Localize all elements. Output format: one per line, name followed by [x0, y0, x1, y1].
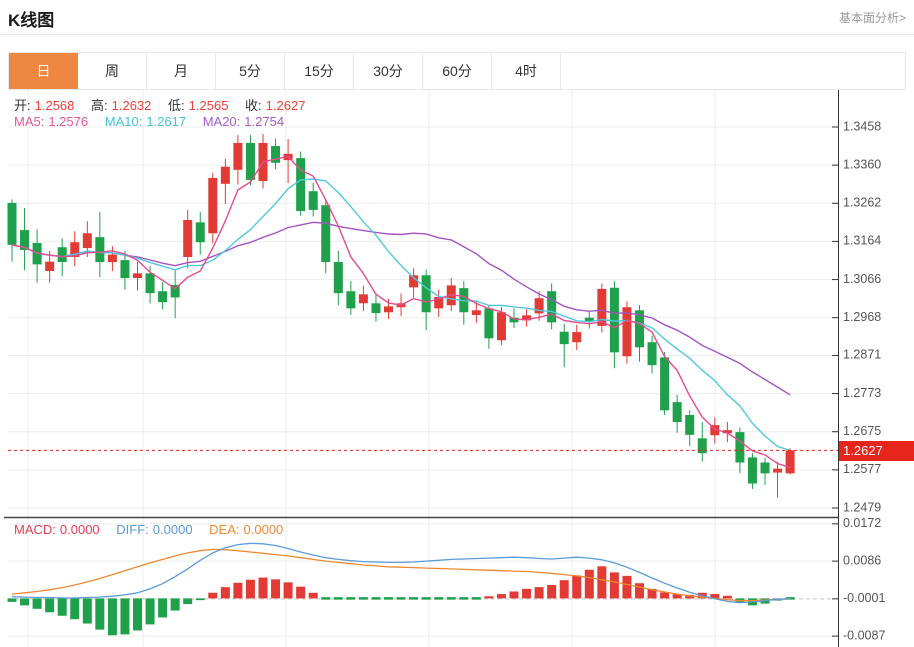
- dea-value: 0.0000: [244, 522, 284, 537]
- axis-tick-label: 1.3164: [843, 234, 881, 248]
- axis-tick-label: 0.0172: [843, 516, 881, 530]
- axes: [4, 90, 839, 647]
- tab-月[interactable]: 月: [147, 53, 216, 89]
- tab-30分[interactable]: 30分: [354, 53, 423, 89]
- macd-label: MACD:: [14, 522, 56, 537]
- open-value: 1.2568: [35, 98, 75, 113]
- axis-tick-label: -0.0001: [843, 591, 885, 605]
- diff-label: DIFF:: [116, 522, 149, 537]
- dea-line: [12, 549, 790, 600]
- kline-widget: K线图 基本面分析> 日周月5分15分30分60分4时 1.34581.3360…: [0, 0, 914, 647]
- ma-readout: MA5: 1.2576 MA10:1.2617 MA20:1.2754: [14, 114, 297, 129]
- tab-日[interactable]: 日: [9, 53, 78, 89]
- open-label: 开:: [14, 98, 31, 113]
- tab-60分[interactable]: 60分: [423, 53, 492, 89]
- macd-readout: MACD: 0.0000 DIFF: 0.0000 DEA: 0.0000: [14, 522, 296, 537]
- low-label: 低:: [168, 98, 185, 113]
- ma20-value: 1.2754: [244, 114, 284, 129]
- axis-tick-label: 1.2479: [843, 500, 881, 514]
- close-label: 收:: [245, 98, 262, 113]
- ma10-value: 1.2617: [146, 114, 186, 129]
- interval-tabs: 日周月5分15分30分60分4时: [8, 52, 906, 90]
- axis-tick-label: -0.0087: [843, 628, 885, 642]
- axis-tick-label: 1.3262: [843, 196, 881, 210]
- diff-value: 0.0000: [153, 522, 193, 537]
- tab-5分[interactable]: 5分: [216, 53, 285, 89]
- macd-value: 0.0000: [60, 522, 100, 537]
- axis-tick-label: 1.2968: [843, 310, 881, 324]
- low-value: 1.2565: [189, 98, 229, 113]
- axis-tick-label: 1.3458: [843, 119, 881, 133]
- axis-tick-label: 1.3066: [843, 272, 881, 286]
- ma5-label: MA5:: [14, 114, 44, 129]
- candlestick-series: [8, 134, 795, 497]
- axis-tick-label: 1.2773: [843, 386, 881, 400]
- axis-tick-label: 0.0086: [843, 553, 881, 567]
- axis-tick-label: 1.2675: [843, 424, 881, 438]
- ohlc-readout: 开: 1.2568 高: 1.2632 低: 1.2565 收: 1.2627: [14, 95, 318, 114]
- ma10-label: MA10:: [105, 114, 143, 129]
- high-value: 1.2632: [112, 98, 152, 113]
- tab-15分[interactable]: 15分: [285, 53, 354, 89]
- current-price-tag: 1.2627: [839, 441, 914, 461]
- grid: [8, 90, 838, 647]
- tab-周[interactable]: 周: [78, 53, 147, 89]
- axis-labels: 1.3458 1.3360 1.3262 1.3164 1.3066 1.2968 1.28…: [832, 119, 885, 642]
- dea-label: DEA:: [209, 522, 239, 537]
- macd-histogram: [8, 566, 795, 635]
- ma20-label: MA20:: [203, 114, 241, 129]
- ma5-value: 1.2576: [48, 114, 88, 129]
- axis-tick-label: 1.3360: [843, 157, 881, 171]
- tab-4时[interactable]: 4时: [492, 53, 561, 89]
- high-label: 高:: [91, 98, 108, 113]
- close-value: 1.2627: [266, 98, 306, 113]
- axis-tick-label: 1.2871: [843, 348, 881, 362]
- axis-tick-label: 1.2577: [843, 462, 881, 476]
